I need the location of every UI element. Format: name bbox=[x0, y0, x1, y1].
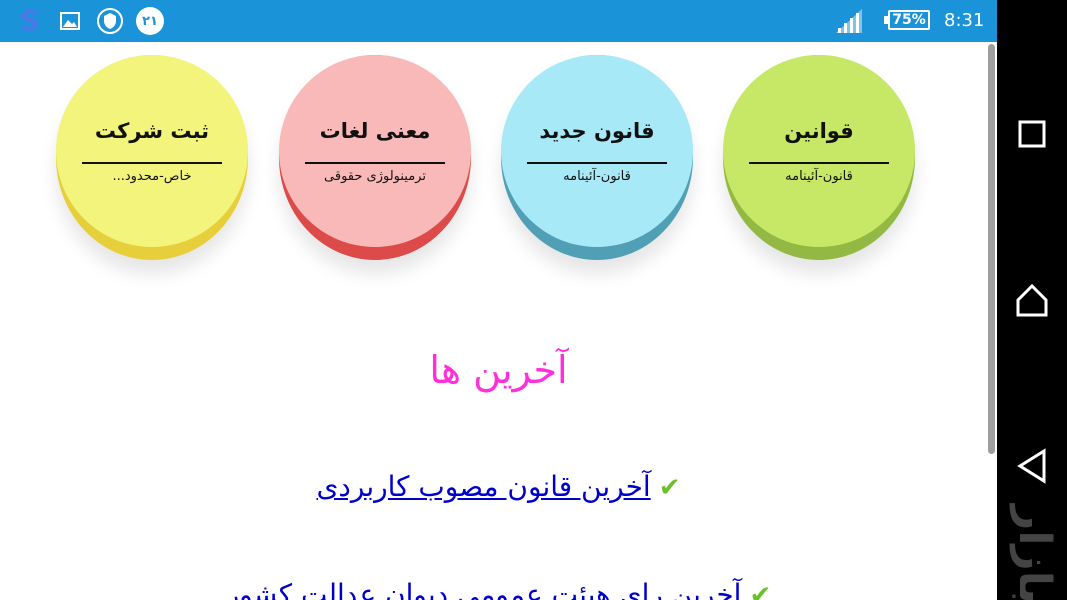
divider bbox=[527, 162, 667, 164]
latest-link-row: ✔ آخرین رای هیئت عمومی دیوان عدالت کشور bbox=[0, 578, 997, 600]
latest-law-link[interactable]: آخرین قانون مصوب کاربردی bbox=[317, 470, 651, 503]
circle-subtitle: ترمینولوژی حقوقی bbox=[324, 169, 426, 184]
back-icon[interactable] bbox=[1012, 446, 1052, 486]
latest-link-row: ✔آخرین قانون مصوب کاربردی bbox=[0, 470, 997, 503]
battery-indicator: 75% bbox=[884, 10, 930, 30]
shield-icon bbox=[96, 7, 124, 35]
circle-title: معنی لغات bbox=[319, 119, 431, 143]
circle-subtitle: قانون-آئینامه bbox=[785, 169, 853, 184]
circle-title: قوانین bbox=[784, 119, 854, 143]
app-s-icon: S bbox=[19, 4, 41, 37]
circle-title: قانون جدید bbox=[539, 119, 655, 143]
circle-face bbox=[279, 55, 471, 247]
circle-glossary[interactable]: معنی لغات ترمینولوژی حقوقی bbox=[279, 55, 471, 260]
divider bbox=[749, 162, 889, 164]
circle-company-registration[interactable]: ثبت شرکت خاص-محدود... bbox=[56, 55, 248, 260]
circle-subtitle: خاص-محدود... bbox=[112, 169, 192, 184]
scrollbar[interactable] bbox=[988, 44, 995, 454]
gallery-icon bbox=[56, 7, 84, 35]
check-icon: ✔ bbox=[749, 581, 772, 600]
screen: S ۲۱ 75% 8:31 ثبت شرکت خاص-محدود... معنی… bbox=[0, 0, 1067, 600]
latest-ruling-link[interactable]: آخرین رای هیئت عمومی دیوان عدالت کشور bbox=[226, 578, 742, 600]
badge-icon: ۲۱ bbox=[136, 7, 164, 35]
check-icon: ✔ bbox=[658, 473, 681, 503]
status-bar: S ۲۱ 75% 8:31 bbox=[0, 0, 997, 42]
circle-new-law[interactable]: قانون جدید قانون-آئینامه bbox=[501, 55, 693, 260]
home-icon[interactable] bbox=[1012, 280, 1052, 320]
divider bbox=[305, 162, 445, 164]
circle-face bbox=[501, 55, 693, 247]
latest-heading: آخرین ها bbox=[429, 348, 568, 392]
circle-subtitle: قانون-آئینامه bbox=[563, 169, 631, 184]
recent-apps-icon[interactable] bbox=[1012, 114, 1052, 154]
store-watermark: بازار bbox=[1009, 505, 1060, 600]
divider bbox=[82, 162, 222, 164]
circle-laws[interactable]: قوانین قانون-آئینامه bbox=[723, 55, 915, 260]
clock: 8:31 bbox=[944, 10, 985, 31]
circle-title: ثبت شرکت bbox=[94, 119, 210, 143]
circle-face bbox=[723, 55, 915, 247]
signal-icon bbox=[836, 9, 862, 37]
circle-face bbox=[56, 55, 248, 247]
